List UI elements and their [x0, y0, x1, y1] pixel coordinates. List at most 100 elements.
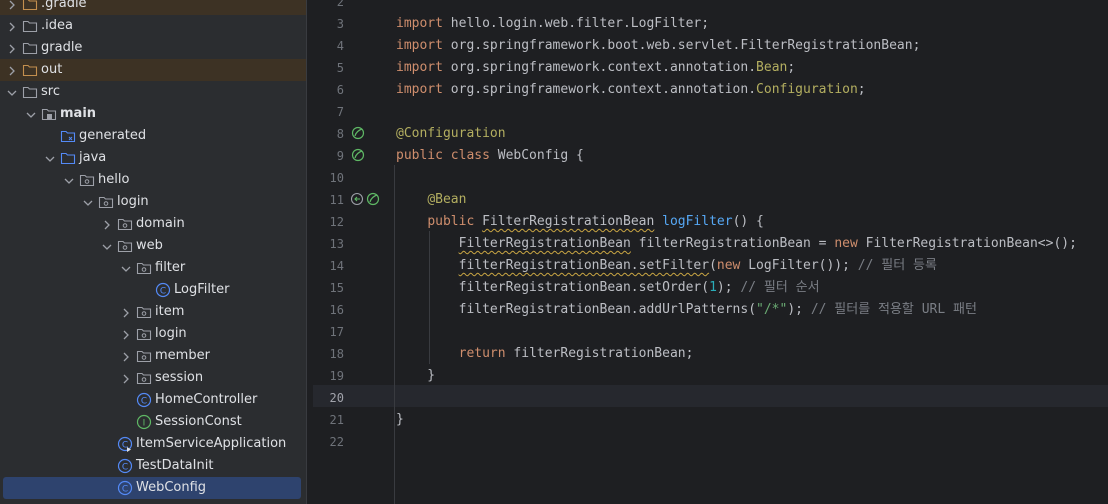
- tree-item-item[interactable]: item: [0, 301, 306, 323]
- interface-icon: I: [136, 414, 152, 430]
- tree-item-itemserviceapplication[interactable]: C ItemServiceApplication: [0, 433, 306, 455]
- line-number: 8: [336, 127, 344, 141]
- line-number: 22: [329, 435, 344, 449]
- code-line[interactable]: }: [396, 409, 404, 431]
- tree-item-login[interactable]: login: [0, 191, 306, 213]
- tree-item-idea[interactable]: .idea: [0, 15, 306, 37]
- code-token: }: [396, 412, 404, 427]
- code-token: import: [396, 60, 443, 75]
- code-token: import: [396, 16, 443, 31]
- code-line[interactable]: import org.springframework.context.annot…: [396, 57, 795, 79]
- code-token: // 필터 순서: [740, 280, 820, 295]
- class-icon: C: [155, 282, 171, 298]
- chevron-down-icon[interactable]: [100, 239, 114, 253]
- line-number: 16: [329, 303, 344, 317]
- code-line[interactable]: filterRegistrationBean.setOrder(1); // 필…: [396, 277, 820, 299]
- code-line[interactable]: filterRegistrationBean.addUrlPatterns("/…: [396, 299, 977, 321]
- tree-item-out[interactable]: out: [0, 59, 306, 81]
- chevron-right-icon[interactable]: [5, 41, 19, 55]
- chevron-right-icon[interactable]: [119, 305, 133, 319]
- code-token: filterRegistrationBean.setFilter: [458, 258, 710, 273]
- chevron-down-icon[interactable]: [81, 195, 95, 209]
- tree-item-homecontroller[interactable]: C HomeController: [0, 389, 306, 411]
- tree-item-label: src: [41, 84, 60, 99]
- tree-item-label: member: [155, 348, 210, 363]
- spring-bean-gutter-icon[interactable]: [366, 191, 380, 206]
- tree-item-hello[interactable]: hello: [0, 169, 306, 191]
- line-number: 7: [336, 105, 344, 119]
- package-icon: [136, 304, 152, 320]
- code-token: FilterRegistrationBean: [482, 214, 655, 229]
- tree-item-gradle[interactable]: .gradle: [0, 0, 306, 15]
- code-line[interactable]: import hello.login.web.filter.LogFilter;: [396, 13, 709, 35]
- class-icon: C: [117, 458, 133, 474]
- chevron-down-icon[interactable]: [24, 107, 38, 121]
- tree-item-web[interactable]: web: [0, 235, 306, 257]
- spring-bean-gutter-icon[interactable]: [351, 147, 365, 162]
- chevron-right-icon[interactable]: [119, 349, 133, 363]
- excluded-folder-icon: [22, 0, 38, 12]
- tree-item-domain[interactable]: domain: [0, 213, 306, 235]
- chevron-right-icon[interactable]: [5, 63, 19, 77]
- tree-item-main[interactable]: main: [0, 103, 306, 125]
- chevron-right-icon[interactable]: [119, 327, 133, 341]
- code-editor[interactable]: 2 3 4 5 6 7 8 9 10 11 12 13 14 15 16 17 18 19 20 21 22 impor…: [313, 0, 1108, 504]
- tree-item-webconfig[interactable]: C WebConfig: [3, 477, 301, 499]
- bean-navigate-icon[interactable]: [350, 191, 364, 206]
- tree-item-src[interactable]: src: [0, 81, 306, 103]
- tree-item-sessionconst[interactable]: I SessionConst: [0, 411, 306, 433]
- code-token: // 필터 등록: [857, 258, 937, 273]
- svg-text:C: C: [122, 485, 128, 495]
- svg-text:C: C: [122, 463, 128, 473]
- tree-item-filter[interactable]: filter: [0, 257, 306, 279]
- line-number: 9: [336, 149, 344, 163]
- code-line[interactable]: import org.springframework.boot.web.serv…: [396, 35, 920, 57]
- tree-item-label: TestDataInit: [136, 458, 214, 473]
- tree-item-session[interactable]: session: [0, 367, 306, 389]
- code-token: FilterRegistrationBean<>();: [857, 236, 1077, 251]
- code-line[interactable]: @Configuration: [396, 123, 506, 145]
- code-line[interactable]: return filterRegistrationBean;: [396, 343, 694, 365]
- code-token: logFilter: [662, 214, 733, 229]
- code-token: @Bean: [427, 192, 467, 207]
- chevron-down-icon[interactable]: [119, 261, 133, 275]
- tree-item-logfilter[interactable]: C LogFilter: [0, 279, 306, 301]
- tree-item-login[interactable]: login: [0, 323, 306, 345]
- spring-bean-gutter-icon[interactable]: [351, 125, 365, 140]
- code-token: ;: [857, 82, 866, 97]
- tree-item-member[interactable]: member: [0, 345, 306, 367]
- tree-item-java[interactable]: java: [0, 147, 306, 169]
- code-token: public: [427, 214, 475, 229]
- code-token: org.springframework.boot.web.servlet.Fil…: [442, 38, 921, 53]
- code-line[interactable]: }: [396, 365, 435, 387]
- tree-item-generated[interactable]: generated: [0, 125, 306, 147]
- code-line[interactable]: public class WebConfig {: [396, 145, 584, 167]
- line-number: 2: [336, 0, 344, 9]
- package-icon: [136, 370, 152, 386]
- code-line[interactable]: @Bean: [396, 189, 466, 211]
- chevron-right-icon[interactable]: [5, 19, 19, 33]
- chevron-right-icon[interactable]: [5, 0, 19, 11]
- code-token: import: [396, 82, 443, 97]
- tree-item-testdatainit[interactable]: C TestDataInit: [0, 455, 306, 477]
- tree-item-gradle[interactable]: gradle: [0, 37, 306, 59]
- code-line[interactable]: import org.springframework.context.annot…: [396, 79, 866, 101]
- line-number: 5: [336, 61, 344, 75]
- chevron-down-icon[interactable]: [43, 151, 57, 165]
- panel-splitter[interactable]: [306, 0, 313, 504]
- chevron-right-icon[interactable]: [119, 371, 133, 385]
- tree-item-label: gradle: [41, 40, 83, 55]
- chevron-right-icon[interactable]: [100, 217, 114, 231]
- code-token: Configuration: [756, 82, 858, 97]
- chevron-down-icon[interactable]: [5, 85, 19, 99]
- code-token: return: [458, 346, 506, 361]
- line-number: 4: [336, 39, 344, 53]
- code-line[interactable]: FilterRegistrationBean filterRegistratio…: [396, 233, 1077, 255]
- code-token: filterRegistrationBean.setOrder(: [396, 280, 710, 295]
- code-line[interactable]: public FilterRegistrationBean logFilter(…: [396, 211, 764, 233]
- code-line[interactable]: filterRegistrationBean.setFilter(new Log…: [396, 255, 937, 277]
- package-icon: [79, 172, 95, 188]
- chevron-down-icon[interactable]: [62, 173, 76, 187]
